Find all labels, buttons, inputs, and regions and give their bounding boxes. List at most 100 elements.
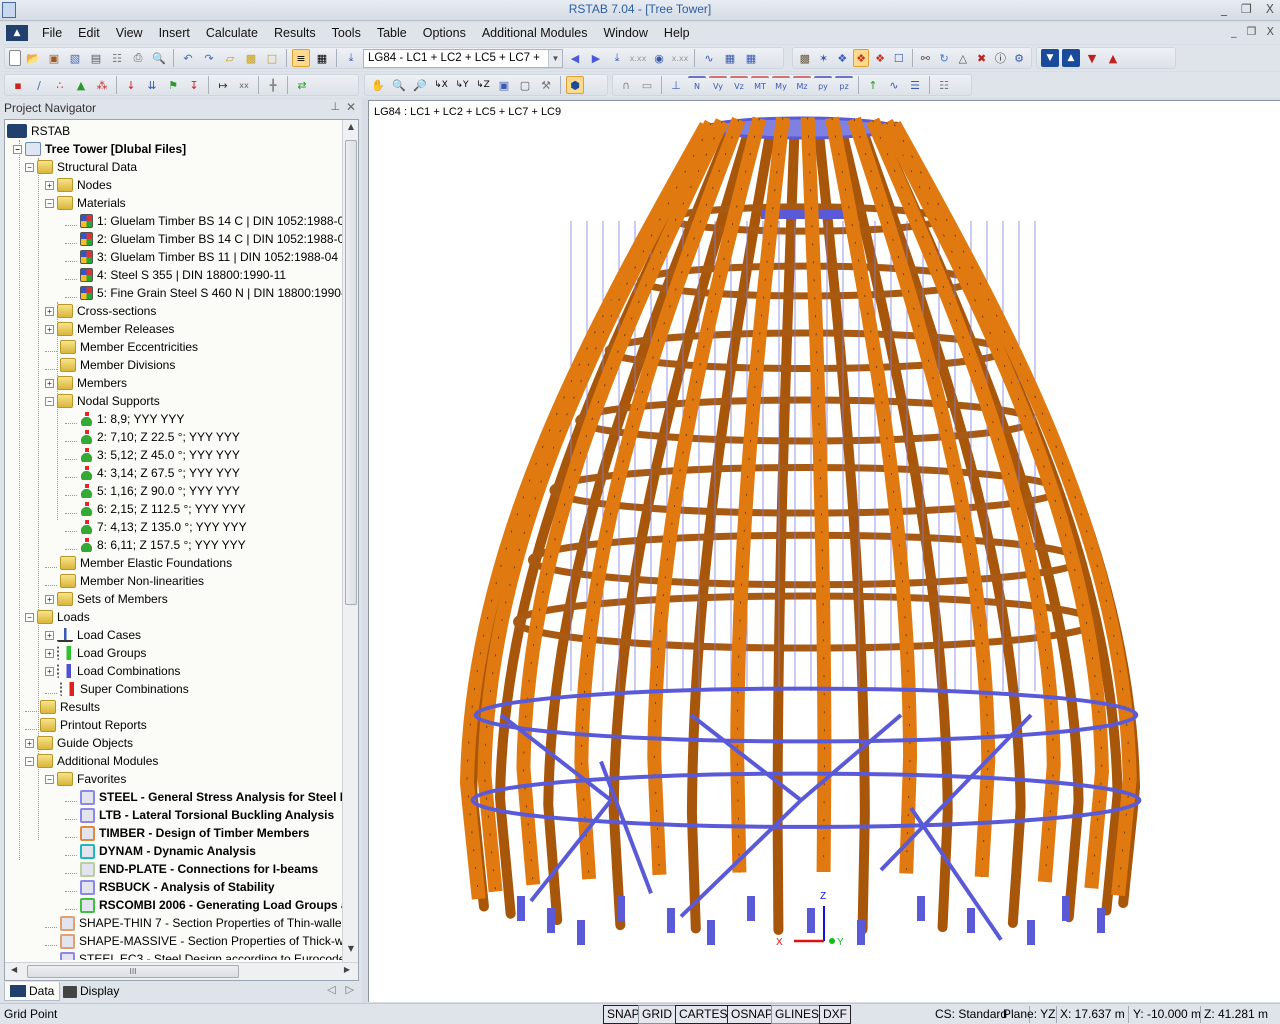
tree-item[interactable]: 5: Fine Grain Steel S 460 N | DIN 18800:…	[65, 284, 343, 302]
tree-item[interactable]: 4: 3,14; Z 67.5 °; YYY YYY	[65, 464, 240, 482]
scroll-left-icon[interactable]: ◀	[11, 965, 17, 974]
tree-item[interactable]: RSBUCK - Analysis of Stability	[65, 878, 275, 896]
expand-icon[interactable]: +	[45, 306, 54, 316]
close-icon[interactable]: ✕	[346, 100, 356, 114]
tree-item[interactable]: − Nodal Supports	[45, 392, 160, 410]
result-table-icon[interactable]: ▦	[721, 49, 739, 67]
doc-minimize-button[interactable]: _	[1231, 25, 1237, 38]
expand-icon[interactable]: +	[45, 180, 54, 190]
rstab-logo-icon[interactable]: ▲	[6, 25, 28, 41]
scrollbar-thumb[interactable]	[345, 140, 357, 605]
new-member-series-icon[interactable]: ∴	[51, 76, 69, 94]
collapse-icon[interactable]: −	[25, 756, 34, 766]
view-solid-icon[interactable]: ❖	[853, 49, 870, 67]
tree-item[interactable]: + Cross-sections	[45, 302, 156, 320]
import-1-icon[interactable]: ▼	[1083, 49, 1101, 67]
new-node-icon[interactable]: ▪	[9, 76, 27, 94]
expand-icon[interactable]: +	[45, 648, 54, 658]
result-diagram-icon[interactable]: ⊥	[667, 76, 685, 94]
menu-window[interactable]: Window	[595, 26, 655, 40]
support-reactions-icon[interactable]: ↑	[864, 76, 882, 94]
expand-icon[interactable]: +	[45, 378, 54, 388]
load-display-icon[interactable]: ⤓	[608, 49, 626, 67]
tree-item[interactable]: + Guide Objects	[25, 734, 133, 752]
view-perspective-icon[interactable]: ▢	[516, 76, 534, 94]
comment-icon[interactable]: xx	[235, 76, 253, 94]
node-connect-icon[interactable]: ⚯	[918, 49, 934, 67]
tree-item[interactable]: SHAPE-THIN 7 - Section Properties of Thi…	[45, 914, 343, 932]
tree-item[interactable]: LTB - Lateral Torsional Buckling Analysi…	[65, 806, 334, 824]
tree-item[interactable]: Results	[25, 698, 100, 716]
previous-icon[interactable]: ◀	[566, 49, 584, 67]
tree-item[interactable]: + Sets of Members	[45, 590, 168, 608]
deformation-icon[interactable]: ∿	[700, 49, 718, 67]
expand-icon[interactable]: +	[45, 666, 54, 676]
tree-item[interactable]: − Additional Modules	[25, 752, 158, 770]
menu-options[interactable]: Options	[415, 26, 474, 40]
result-py-button[interactable]: py	[814, 76, 832, 94]
clipboard-icon[interactable]: ☷	[108, 49, 126, 67]
tree-item[interactable]: 5: 1,16; Z 90.0 °; YYY YYY	[65, 482, 240, 500]
results-icon[interactable]: ▭	[638, 76, 656, 94]
tree-item[interactable]: − Structural Data	[25, 158, 137, 176]
result-mz-button[interactable]: Mz	[793, 76, 811, 94]
info-icon[interactable]: ⓘ	[992, 49, 1008, 67]
tree-item[interactable]: END-PLATE - Connections for I-beams	[65, 860, 318, 878]
new-member-load-icon[interactable]: ↧	[185, 76, 203, 94]
dimension-icon[interactable]: ↦	[214, 76, 232, 94]
copy-model-icon[interactable]: ▧	[66, 49, 84, 67]
tree-item[interactable]: 7: 4,13; Z 135.0 °; YYY YYY	[65, 518, 247, 536]
tree-item[interactable]: − Tree Tower [Dlubal Files]	[13, 140, 186, 158]
result-n-button[interactable]: N	[688, 76, 706, 94]
print-icon[interactable]: ⎙	[129, 49, 147, 67]
tree-item[interactable]: SHAPE-MASSIVE - Section Properties of Th…	[45, 932, 343, 950]
tree-item[interactable]: 1: 8,9; YYY YYY	[65, 410, 184, 428]
delete-nodes-icon[interactable]: ✖	[974, 49, 990, 67]
view-wire-icon[interactable]: ❖	[872, 49, 888, 67]
tree-item[interactable]: + Load Combinations	[45, 662, 180, 680]
collapse-icon[interactable]: −	[13, 144, 22, 154]
tree-item[interactable]: 3: Gluelam Timber BS 11 | DIN 1052:1988-…	[65, 248, 338, 266]
tree-item[interactable]: + Members	[45, 374, 127, 392]
chevron-down-icon[interactable]: ▼	[548, 49, 562, 67]
menu-file[interactable]: File	[34, 26, 70, 40]
next-icon[interactable]: ▶	[587, 49, 605, 67]
cartes-toggle[interactable]: CARTES	[675, 1005, 732, 1024]
dxf-toggle[interactable]: DXF	[819, 1005, 851, 1024]
new-member-icon[interactable]: ∕	[30, 76, 48, 94]
print-preview-icon[interactable]: 🔍	[150, 49, 168, 67]
doc-restore-button[interactable]: ❐	[1247, 25, 1257, 38]
expand-icon[interactable]: +	[45, 630, 54, 640]
tree-item[interactable]: 8: 6,11; Z 157.5 °; YYY YYY	[65, 536, 246, 554]
load-case-combo[interactable]: LG84 - LC1 + LC2 + LC5 + LC7 + ▼	[363, 48, 563, 68]
view-3d-icon[interactable]: ▣	[495, 76, 513, 94]
result-table2-icon[interactable]: ▦	[742, 49, 760, 67]
zoom-all-icon[interactable]: 🔎	[411, 76, 429, 94]
menu-calculate[interactable]: Calculate	[198, 26, 266, 40]
menu-tools[interactable]: Tools	[324, 26, 369, 40]
edit-object-icon[interactable]: ▱	[221, 49, 239, 67]
select-icon[interactable]: ▩	[242, 49, 260, 67]
tab-next-icon[interactable]: ▷	[346, 983, 354, 996]
tab-prev-icon[interactable]: ◁	[327, 983, 335, 996]
tree-item[interactable]: + Nodes	[45, 176, 112, 194]
report-icon[interactable]: ☷	[935, 76, 953, 94]
scroll-right-icon[interactable]: ▶	[344, 965, 350, 974]
generate-icon[interactable]: ⇄	[293, 76, 311, 94]
relations-icon[interactable]: ∩	[617, 76, 635, 94]
grid-icon[interactable]: ✶	[816, 49, 832, 67]
tree-item[interactable]: + Member Releases	[45, 320, 174, 338]
minimize-button[interactable]: _	[1221, 2, 1227, 16]
redo-icon[interactable]: ↷	[200, 49, 218, 67]
tree-item[interactable]: Member Non-linearities	[45, 572, 204, 590]
tree-item[interactable]: − Loads	[25, 608, 90, 626]
scroll-up-icon[interactable]: ▲	[343, 122, 358, 138]
result-vz-button[interactable]: Vz	[730, 76, 748, 94]
mirror-icon[interactable]: △	[955, 49, 971, 67]
tab-data[interactable]: Data	[4, 982, 61, 1001]
osnap-toggle[interactable]: OSNAP	[727, 1005, 778, 1024]
save-icon[interactable]: ▤	[87, 49, 105, 67]
new-nodal-load-icon[interactable]: ⚑	[164, 76, 182, 94]
tree-item[interactable]: Member Elastic Foundations	[45, 554, 232, 572]
scroll-down-icon[interactable]: ▼	[343, 944, 358, 960]
